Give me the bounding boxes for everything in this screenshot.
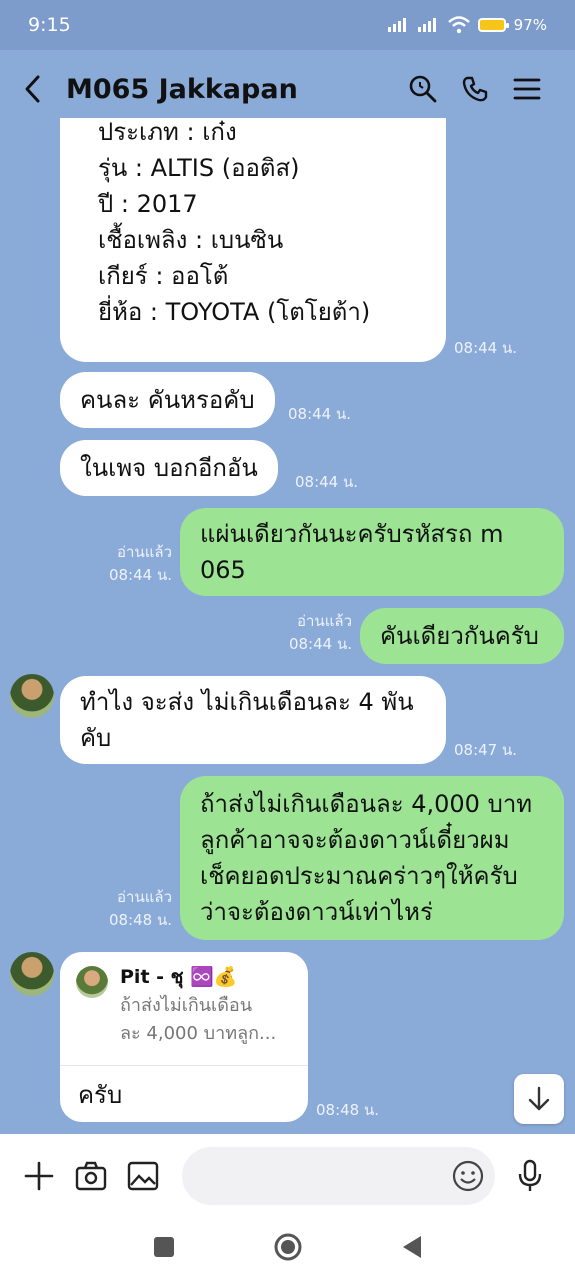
message-text: คนละ คันหรอคับ	[80, 386, 255, 414]
image-icon	[127, 1161, 159, 1191]
message-outgoing[interactable]: แผ่นเดียวกันนะครับรหัสรถ m 065	[180, 508, 564, 596]
message-input-bar	[0, 1134, 575, 1218]
battery-icon	[477, 18, 509, 32]
message-time: 08:48 น.	[316, 1101, 380, 1119]
emoji-icon[interactable]	[451, 1159, 485, 1193]
read-label: อ่านแล้ว	[117, 543, 172, 561]
message-text: คันเดียวกันครับ	[380, 622, 539, 650]
message-incoming-car-details[interactable]: ประเภท : เก๋ง รุ่น : ALTIS (ออติส) ปี : …	[60, 118, 446, 362]
gallery-button[interactable]	[120, 1153, 166, 1199]
status-bar: 9:15 97%	[0, 0, 575, 50]
message-text: ในเพจ บอกอีกอัน	[80, 454, 258, 482]
message-incoming[interactable]: ในเพจ บอกอีกอัน	[60, 440, 278, 496]
message-line: ถ้าส่งไม่เกินเดือนละ 4,000 บาท	[200, 790, 533, 818]
read-receipt: อ่านแล้ว 08:44 น.	[276, 610, 352, 656]
menu-button[interactable]	[501, 67, 553, 111]
status-icons: 97%	[387, 16, 547, 34]
quote-avatar	[76, 966, 108, 998]
car-detail-line: รุ่น : ALTIS (ออติส)	[98, 154, 300, 182]
chevron-left-icon	[25, 75, 40, 103]
message-reply-card[interactable]: Pit - ชุ ♾️💰 ถ้าส่งไม่เกินเดือน ละ 4,000…	[60, 952, 308, 1122]
back-button[interactable]	[22, 71, 58, 107]
call-button[interactable]	[449, 67, 501, 111]
quote-text: ถ้าส่งไม่เกินเดือน ละ 4,000 บาทลูก...	[120, 992, 300, 1048]
camera-button[interactable]	[68, 1153, 114, 1199]
car-detail-line: ปี : 2017	[98, 190, 198, 218]
message-incoming[interactable]: คนละ คันหรอคับ	[60, 372, 275, 428]
message-time: 08:44 น.	[454, 339, 518, 357]
menu-icon	[513, 78, 541, 100]
camera-icon	[75, 1161, 107, 1191]
message-time: 08:48 น.	[108, 911, 172, 929]
message-time: 08:44 น.	[295, 473, 359, 491]
car-detail-line: ประเภท : เก๋ง	[98, 118, 237, 146]
battery-level: 97%	[513, 16, 547, 34]
search-button[interactable]	[397, 67, 449, 111]
message-outgoing[interactable]: ถ้าส่งไม่เกินเดือนละ 4,000 บาท ลูกค้าอาจ…	[180, 776, 564, 940]
read-label: อ่านแล้ว	[297, 612, 352, 630]
scroll-to-bottom-button[interactable]	[514, 1074, 564, 1124]
car-detail-line: เชื้อเพลิง : เบนซิน	[98, 226, 284, 254]
message-incoming[interactable]: ทำไง จะส่ง ไม่เกินเดือนละ 4 พัน คับ	[60, 676, 446, 764]
quote-author: Pit - ชุ ♾️💰	[120, 966, 238, 988]
arrow-down-icon	[528, 1086, 550, 1111]
quote-line: ละ 4,000 บาทลูก...	[120, 1023, 277, 1044]
signal-icon-2	[417, 18, 436, 32]
message-input[interactable]	[182, 1147, 495, 1205]
chat-messages[interactable]: ประเภท : เก๋ง รุ่น : ALTIS (ออติส) ปี : …	[0, 118, 575, 1134]
wifi-icon	[447, 16, 470, 34]
signal-icon	[387, 18, 406, 32]
message-field-container	[182, 1147, 495, 1205]
chat-title: M065 Jakkapan	[66, 73, 298, 105]
message-line: คับ	[80, 724, 112, 752]
search-icon	[409, 75, 437, 103]
read-label: อ่านแล้ว	[117, 888, 172, 906]
message-line: 065	[200, 556, 246, 584]
car-detail-line: เกียร์ : ออโต้	[98, 262, 229, 290]
message-time: 08:47 น.	[454, 741, 518, 759]
add-button[interactable]	[16, 1153, 62, 1199]
quote-line: ถ้าส่งไม่เกินเดือน	[120, 995, 253, 1016]
quoted-message[interactable]: Pit - ชุ ♾️💰 ถ้าส่งไม่เกินเดือน ละ 4,000…	[60, 952, 308, 1066]
message-line: แผ่นเดียวกันนะครับรหัสรถ m	[200, 520, 504, 548]
circle-icon	[274, 1233, 301, 1261]
triangle-back-icon	[402, 1236, 421, 1258]
contact-avatar[interactable]	[10, 674, 54, 718]
chat-header: M065 Jakkapan	[0, 50, 575, 128]
read-receipt: อ่านแล้ว 08:44 น.	[96, 541, 172, 587]
message-outgoing[interactable]: คันเดียวกันครับ	[360, 608, 564, 664]
microphone-icon	[518, 1159, 542, 1191]
voice-button[interactable]	[507, 1153, 553, 1199]
message-time: 08:44 น.	[108, 566, 172, 584]
message-line: ว่าจะต้องดาวน์เท่าไหร่	[200, 898, 433, 926]
home-button[interactable]	[273, 1232, 303, 1266]
contact-avatar[interactable]	[10, 952, 54, 996]
message-time: 08:44 น.	[288, 405, 352, 423]
phone-icon	[462, 76, 488, 102]
plus-icon	[24, 1161, 54, 1191]
system-nav-bar	[0, 1218, 575, 1280]
read-receipt: อ่านแล้ว 08:48 น.	[96, 886, 172, 932]
message-line: เช็คยอดประมาณคร่าวๆให้ครับ	[200, 862, 518, 890]
status-time: 9:15	[28, 14, 71, 36]
reply-text: ครับ	[78, 1081, 123, 1109]
message-time: 08:44 น.	[288, 635, 352, 653]
square-icon	[153, 1237, 174, 1257]
message-line: ทำไง จะส่ง ไม่เกินเดือนละ 4 พัน	[80, 688, 414, 716]
back-nav-button[interactable]	[401, 1234, 423, 1264]
message-line: ลูกค้าอาจจะต้องดาวน์เดี๋ยวผม	[200, 826, 510, 854]
car-detail-line: ยี่ห้อ : TOYOTA (โตโยต้า)	[98, 298, 371, 326]
recents-button[interactable]	[153, 1236, 175, 1262]
